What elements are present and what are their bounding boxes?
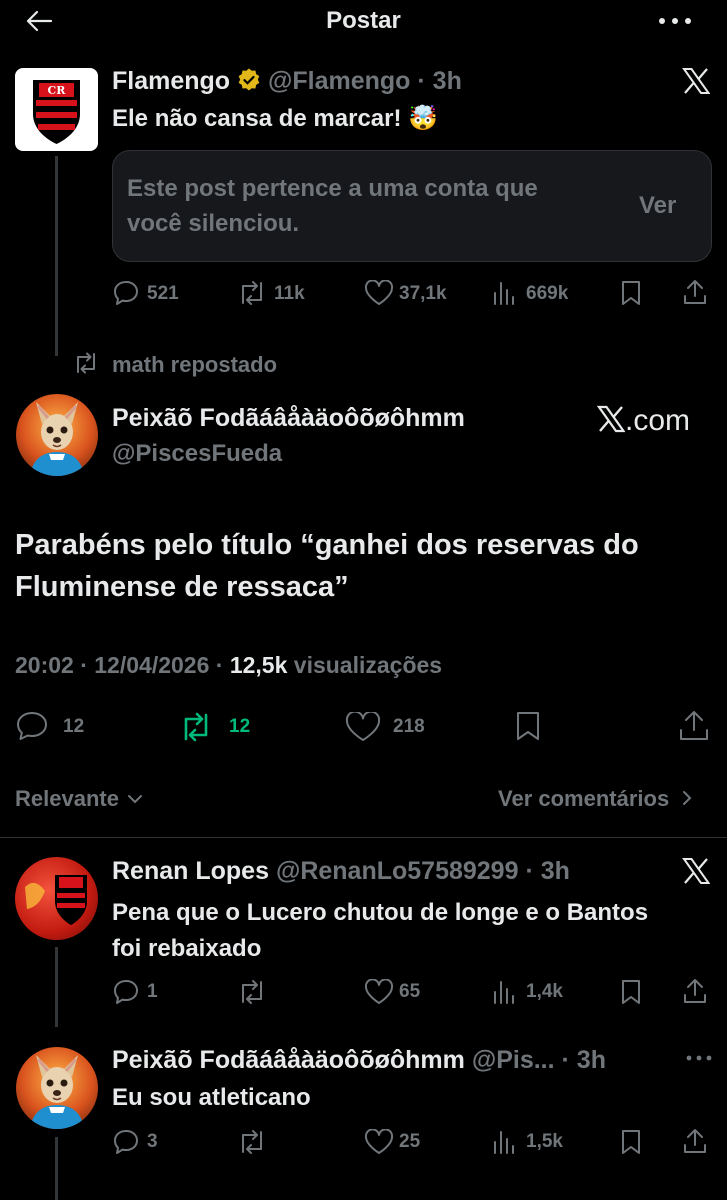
source-label: .com	[625, 404, 691, 437]
reply-icon[interactable]	[112, 279, 140, 307]
x-logo-icon	[682, 68, 710, 94]
views-label: visualizações	[287, 652, 443, 678]
view-muted-button[interactable]: Ver	[639, 192, 676, 220]
x-logo-icon	[597, 405, 625, 433]
like-heart-icon[interactable]	[345, 712, 381, 742]
reply-icon[interactable]	[112, 1128, 140, 1156]
post-header: Flamengo @Flamengo · 3h	[112, 67, 462, 96]
peixao-avatar[interactable]	[16, 394, 98, 476]
repost-indicator-text[interactable]: math repostado	[112, 352, 277, 378]
view-comments-link[interactable]: Ver comentários	[498, 786, 692, 812]
like-count: 25	[399, 1131, 421, 1152]
author-handle[interactable]: @Flamengo	[268, 67, 410, 95]
post-text: Ele não cansa de marcar! 🤯	[112, 105, 439, 132]
bookmark-icon[interactable]	[620, 1128, 642, 1156]
view-comments-label: Ver comentários	[498, 786, 670, 811]
reply-count: 12	[63, 716, 85, 737]
views-count: 1,4k	[526, 981, 563, 1002]
svg-text:CR: CR	[48, 84, 67, 97]
views-count: 1,5k	[526, 1131, 563, 1152]
reply-header: Peixãõ Fodãáâåàäoôõøôhmm @Pis... · 3h	[112, 1046, 606, 1075]
share-icon[interactable]	[678, 708, 710, 742]
peixao-avatar[interactable]	[16, 1047, 98, 1129]
like-count: 218	[393, 716, 425, 737]
more-options-icon[interactable]	[685, 1052, 713, 1064]
dog-avatar-icon	[30, 1055, 84, 1129]
muted-post-card: Este post pertence a uma conta que você …	[112, 150, 712, 262]
post-meta: 20:02 · 12/04/2026 · 12,5k visualizações	[15, 652, 442, 679]
views-chart-icon[interactable]	[492, 979, 516, 1005]
reply-text: Eu sou atleticano	[112, 1084, 311, 1111]
post-time: · 3h	[417, 67, 462, 95]
bookmark-icon[interactable]	[620, 978, 642, 1006]
like-count: 65	[399, 981, 421, 1002]
author-name[interactable]: Peixãõ Fodãáâåàäoôõøôhmm	[112, 1046, 465, 1074]
like-count: 37,1k	[399, 283, 447, 304]
repost-icon[interactable]	[236, 979, 268, 1005]
repost-active-icon[interactable]	[177, 711, 215, 743]
like-heart-icon[interactable]	[364, 979, 394, 1005]
chevron-down-icon	[127, 794, 143, 804]
reply-text: Pena que o Lucero chutou de longe e o Ba…	[112, 899, 649, 962]
x-logo-icon	[682, 858, 710, 884]
reply-post[interactable]: Renan Lopes @RenanLo57589299 · 3h Pena q…	[0, 845, 727, 1027]
repost-icon[interactable]	[236, 1129, 268, 1155]
renan-avatar[interactable]	[15, 857, 98, 940]
source-x-com[interactable]: .com	[597, 404, 690, 438]
share-icon[interactable]	[682, 1127, 708, 1155]
post-time: · 3h	[561, 1046, 606, 1074]
chevron-right-icon	[682, 790, 692, 806]
author-handle[interactable]: @PiscesFueda	[112, 440, 282, 468]
author-name[interactable]: Peixãõ Fodãáâåàäoôõøôhmm	[112, 404, 465, 433]
author-handle[interactable]: @RenanLo57589299	[276, 857, 519, 885]
bookmark-icon[interactable]	[620, 279, 642, 307]
reply-post[interactable]: Peixãõ Fodãáâåàäoôõøôhmm @Pis... · 3h Eu…	[0, 1035, 727, 1200]
verified-gold-badge-icon	[237, 68, 261, 92]
dog-avatar-icon	[30, 402, 84, 476]
header-bar: Postar	[0, 0, 727, 44]
reply-count: 521	[147, 283, 179, 304]
repost-count: 11k	[274, 283, 305, 304]
views-chart-icon[interactable]	[492, 280, 516, 306]
page-title: Postar	[326, 7, 401, 34]
share-icon[interactable]	[682, 278, 708, 306]
flamengo-avatar[interactable]: CR	[15, 68, 98, 151]
views-chart-icon[interactable]	[492, 1129, 516, 1155]
reply-icon[interactable]	[112, 978, 140, 1006]
post-time: · 3h	[525, 857, 570, 885]
reply-header: Renan Lopes @RenanLo57589299 · 3h	[112, 857, 570, 886]
parent-post[interactable]: CR Flamengo @Flamengo · 3h Ele não cansa…	[0, 56, 727, 356]
main-post-text: Parabéns pelo título “ganhei dos reserva…	[15, 529, 639, 603]
reply-count: 3	[147, 1131, 158, 1152]
like-heart-icon[interactable]	[364, 280, 394, 306]
main-post: Peixãõ Fodãáâåàäoôõøôhmm @PiscesFueda .c…	[0, 390, 727, 750]
muted-notice-text: Este post pertence a uma conta que você …	[127, 175, 538, 237]
author-name[interactable]: Flamengo	[112, 67, 230, 95]
reply-count: 1	[147, 981, 158, 1002]
views-count: 669k	[526, 283, 569, 304]
views-count: 12,5k	[229, 652, 288, 678]
repost-small-icon	[72, 352, 100, 374]
post-timestamp: 20:02 · 12/04/2026 ·	[15, 652, 230, 678]
thread-line	[55, 1137, 58, 1200]
author-name[interactable]: Renan Lopes	[112, 857, 269, 885]
more-options-icon[interactable]	[657, 10, 693, 32]
flamengo-crest-icon: CR	[33, 80, 80, 144]
sort-label: Relevante	[15, 786, 119, 811]
replies-sort-bar: Relevante Ver comentários	[0, 780, 727, 838]
author-handle[interactable]: @Pis...	[472, 1046, 555, 1074]
sort-dropdown[interactable]: Relevante	[15, 786, 143, 812]
repost-count: 12	[229, 716, 251, 737]
reply-icon[interactable]	[15, 710, 49, 742]
flamengo-crest-icon	[25, 875, 87, 925]
like-heart-icon[interactable]	[364, 1129, 394, 1155]
share-icon[interactable]	[682, 977, 708, 1005]
thread-line	[55, 156, 58, 356]
repost-icon[interactable]	[236, 280, 268, 306]
bookmark-icon[interactable]	[514, 710, 542, 742]
thread-line	[55, 947, 58, 1027]
